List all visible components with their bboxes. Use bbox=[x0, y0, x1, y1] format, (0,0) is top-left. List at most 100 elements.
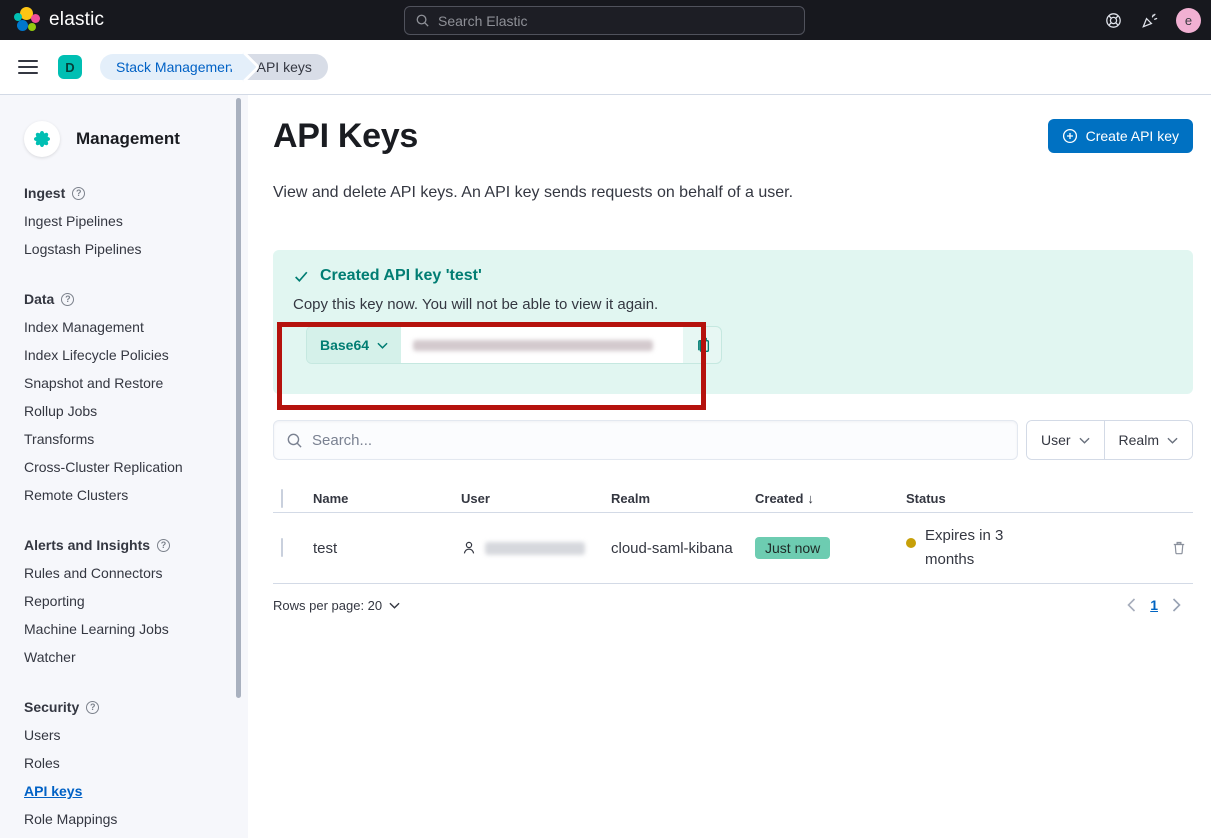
redacted-key-text bbox=[413, 340, 653, 351]
chevron-down-icon bbox=[389, 602, 400, 609]
breadcrumb-stack-management[interactable]: Stack Management bbox=[100, 54, 247, 80]
column-header-name[interactable]: Name bbox=[313, 491, 461, 506]
page-body: Management Ingest ? Ingest Pipelines Log… bbox=[0, 95, 1211, 838]
filter-realm-button[interactable]: Realm bbox=[1104, 421, 1192, 459]
elastic-logo[interactable]: elastic bbox=[14, 7, 104, 33]
column-header-realm[interactable]: Realm bbox=[611, 491, 755, 506]
question-icon: ? bbox=[61, 293, 74, 306]
column-header-created[interactable]: Created↓ bbox=[755, 491, 906, 506]
question-icon: ? bbox=[157, 539, 170, 552]
chevron-left-icon bbox=[1127, 598, 1136, 612]
delete-key-button[interactable] bbox=[1165, 540, 1193, 556]
table-search-input[interactable]: Search... bbox=[273, 420, 1018, 460]
page-number-1[interactable]: 1 bbox=[1150, 597, 1158, 613]
sidebar-item-remote-clusters[interactable]: Remote Clusters bbox=[24, 481, 230, 509]
column-header-user[interactable]: User bbox=[461, 491, 611, 506]
global-search-input[interactable]: Search Elastic bbox=[404, 6, 805, 35]
created-key-callout: Created API key 'test' Copy this key now… bbox=[273, 250, 1193, 394]
table-header-row: Name User Realm Created↓ Status bbox=[273, 485, 1193, 513]
sidebar-item-machine-learning-jobs[interactable]: Machine Learning Jobs bbox=[24, 615, 230, 643]
section-label: Alerts and Insights ? bbox=[24, 531, 230, 559]
create-api-key-button[interactable]: Create API key bbox=[1048, 119, 1193, 153]
sidebar-item-transforms[interactable]: Transforms bbox=[24, 425, 230, 453]
search-icon bbox=[415, 13, 430, 28]
user-icon bbox=[461, 540, 477, 556]
redacted-username bbox=[485, 542, 585, 555]
pagination-bar: Rows per page: 20 1 bbox=[273, 597, 1193, 613]
section-label: Ingest ? bbox=[24, 179, 230, 207]
select-all-checkbox[interactable] bbox=[281, 489, 283, 508]
management-sidebar: Management Ingest ? Ingest Pipelines Log… bbox=[0, 95, 248, 838]
management-icon-circle bbox=[24, 121, 60, 157]
sidebar-item-index-management[interactable]: Index Management bbox=[24, 313, 230, 341]
section-label: Security ? bbox=[24, 693, 230, 721]
page-title: API Keys bbox=[273, 117, 418, 156]
sidebar-item-rules-and-connectors[interactable]: Rules and Connectors bbox=[24, 559, 230, 587]
sidebar-item-role-mappings[interactable]: Role Mappings bbox=[24, 805, 230, 833]
sidebar-scrollbar[interactable] bbox=[236, 98, 241, 698]
table-row: test cloud-saml-kibana Just now Expires … bbox=[273, 513, 1193, 584]
chevron-right-icon bbox=[1172, 598, 1181, 612]
page-subtitle: View and delete API keys. An API key sen… bbox=[273, 184, 1193, 202]
pager: 1 bbox=[1127, 597, 1193, 613]
brand-name: elastic bbox=[49, 9, 104, 31]
header-actions: e bbox=[1104, 0, 1201, 40]
copy-icon[interactable] bbox=[683, 327, 721, 363]
gear-icon bbox=[34, 131, 50, 147]
search-icon bbox=[286, 432, 303, 449]
question-icon: ? bbox=[72, 187, 85, 200]
top-header: elastic Search Elastic bbox=[0, 0, 1211, 40]
sidebar-item-users[interactable]: Users bbox=[24, 721, 230, 749]
menu-icon[interactable] bbox=[18, 60, 38, 74]
news-feed-icon[interactable] bbox=[1140, 11, 1158, 29]
help-icon[interactable] bbox=[1104, 11, 1122, 29]
sidebar-item-rollup-jobs[interactable]: Rollup Jobs bbox=[24, 397, 230, 425]
api-key-value-redacted[interactable] bbox=[401, 327, 683, 363]
sidebar-title: Management bbox=[76, 129, 180, 149]
api-keys-page: API Keys Create API key View and delete … bbox=[248, 95, 1211, 838]
expiry-warning-dot bbox=[906, 538, 916, 548]
chevron-down-icon bbox=[377, 342, 388, 349]
breadcrumb-bar: D Stack Management API keys bbox=[0, 40, 1211, 95]
sidebar-item-snapshot-and-restore[interactable]: Snapshot and Restore bbox=[24, 369, 230, 397]
next-page-button[interactable] bbox=[1172, 598, 1181, 612]
sidebar-item-api-keys[interactable]: API keys bbox=[24, 777, 230, 805]
chevron-down-icon bbox=[1079, 437, 1090, 444]
callout-body: Copy this key now. You will not be able … bbox=[293, 296, 1173, 313]
global-search-placeholder: Search Elastic bbox=[438, 13, 527, 29]
key-user bbox=[461, 540, 611, 556]
sidebar-item-ingest-pipelines[interactable]: Ingest Pipelines bbox=[24, 207, 230, 235]
sidebar-section-ingest: Ingest ? Ingest Pipelines Logstash Pipel… bbox=[24, 179, 230, 263]
sidebar-item-index-lifecycle-policies[interactable]: Index Lifecycle Policies bbox=[24, 341, 230, 369]
sidebar-header: Management bbox=[24, 121, 230, 157]
previous-page-button[interactable] bbox=[1127, 598, 1136, 612]
table-toolbar: Search... User Realm bbox=[273, 420, 1193, 460]
sidebar-item-reporting[interactable]: Reporting bbox=[24, 587, 230, 615]
column-header-status[interactable]: Status bbox=[906, 491, 1165, 506]
elastic-logo-icon bbox=[14, 7, 40, 33]
row-checkbox[interactable] bbox=[281, 538, 283, 557]
sort-desc-icon: ↓ bbox=[807, 491, 814, 506]
check-icon bbox=[293, 268, 310, 285]
sidebar-item-cross-cluster-replication[interactable]: Cross-Cluster Replication bbox=[24, 453, 230, 481]
encoding-select[interactable]: Base64 bbox=[307, 327, 401, 363]
filter-user-button[interactable]: User bbox=[1027, 421, 1104, 459]
api-key-field-group: Base64 bbox=[306, 326, 722, 364]
sidebar-item-watcher[interactable]: Watcher bbox=[24, 643, 230, 671]
api-keys-table: Name User Realm Created↓ Status test bbox=[273, 485, 1193, 584]
sidebar-item-roles[interactable]: Roles bbox=[24, 749, 230, 777]
sidebar-section-data: Data ? Index Management Index Lifecycle … bbox=[24, 285, 230, 509]
breadcrumb: Stack Management API keys bbox=[100, 54, 328, 80]
question-icon: ? bbox=[86, 701, 99, 714]
user-avatar[interactable]: e bbox=[1176, 8, 1201, 33]
created-badge: Just now bbox=[755, 537, 830, 559]
sidebar-item-logstash-pipelines[interactable]: Logstash Pipelines bbox=[24, 235, 230, 263]
key-name: test bbox=[313, 540, 461, 557]
table-search-placeholder: Search... bbox=[312, 432, 372, 449]
callout-title: Created API key 'test' bbox=[320, 267, 482, 285]
plus-circle-icon bbox=[1062, 128, 1078, 144]
key-realm: cloud-saml-kibana bbox=[611, 540, 755, 557]
kibana-app: elastic Search Elastic bbox=[0, 0, 1211, 838]
rows-per-page-select[interactable]: Rows per page: 20 bbox=[273, 598, 400, 613]
deployment-badge[interactable]: D bbox=[58, 55, 82, 79]
